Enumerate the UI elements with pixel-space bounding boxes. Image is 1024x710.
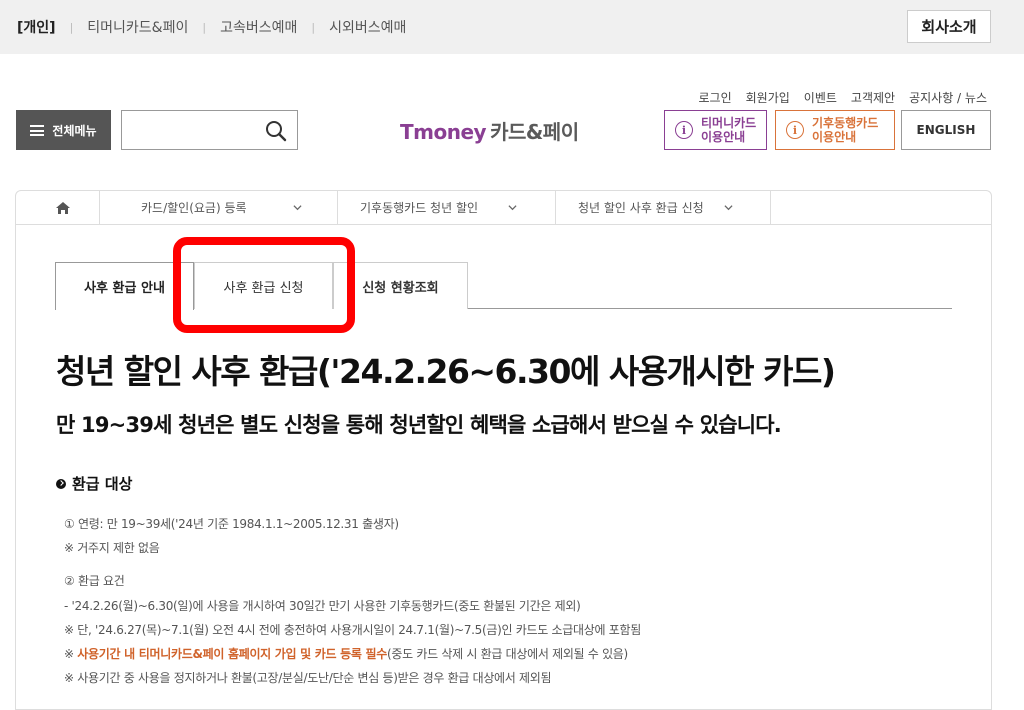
chevron-down-icon: [724, 205, 733, 211]
breadcrumb-divider: [337, 190, 338, 225]
breadcrumb-label: 기후동행카드 청년 할인: [360, 201, 479, 215]
climate-card-guide-button[interactable]: i 기후동행카드 이용안내: [775, 110, 895, 150]
breadcrumb-item-refund-apply[interactable]: 청년 할인 사후 환급 신청: [578, 190, 733, 225]
info-icon: i: [786, 121, 804, 139]
top-bar: [개인] | 티머니카드&페이 | 고속버스예매 | 시외버스예매 회사소개: [0, 0, 1024, 54]
home-icon[interactable]: [55, 201, 71, 215]
nav-personal[interactable]: [개인]: [17, 17, 56, 37]
hamburger-icon: [30, 124, 45, 136]
breadcrumb-item-youth-discount[interactable]: 기후동행카드 청년 할인: [360, 190, 517, 225]
eligibility-period: - '24.2.26(월)~6.30(일)에 사용을 개시하여 30일간 만기 …: [64, 599, 581, 613]
breadcrumb-divider: [770, 190, 771, 225]
suggestion-link[interactable]: 고객제안: [851, 89, 895, 106]
eligibility-residence-note: ※ 거주지 제한 없음: [64, 541, 160, 555]
note-prefix: ※: [64, 647, 78, 661]
all-menu-button[interactable]: 전체메뉴: [16, 110, 111, 150]
eligibility-registration-note: ※ 사용기간 내 티머니카드&페이 홈페이지 가입 및 카드 등록 필수(중도 …: [64, 645, 628, 662]
breadcrumb-label: 청년 할인 사후 환급 신청: [578, 201, 704, 215]
login-link[interactable]: 로그인: [698, 89, 731, 106]
guide-line: 이용안내: [812, 130, 857, 144]
top-nav: [개인] | 티머니카드&페이 | 고속버스예매 | 시외버스예매: [17, 17, 406, 37]
breadcrumb-divider: [555, 190, 556, 225]
page-title: 청년 할인 사후 환급('24.2.26~6.30에 사용개시한 카드): [56, 352, 836, 391]
signup-link[interactable]: 회원가입: [746, 89, 790, 106]
logo-brand: Tmoney: [400, 120, 487, 144]
chevron-down-icon: [293, 205, 302, 211]
guide-line: 이용안내: [701, 130, 746, 144]
nav-tmoney-card-pay[interactable]: 티머니카드&페이: [87, 17, 188, 37]
chevron-down-icon: [508, 205, 517, 211]
event-link[interactable]: 이벤트: [804, 89, 837, 106]
eligibility-exclusion-note: ※ 사용기간 중 사용을 정지하거나 환불(고장/분실/도난/단순 변심 등)받…: [64, 671, 552, 685]
search-icon[interactable]: [265, 120, 287, 142]
eligibility-age: ① 연령: 만 19~39세('24년 기준 1984.1.1~2005.12.…: [64, 517, 399, 531]
nav-separator: |: [69, 20, 74, 34]
page-subtitle: 만 19~39세 청년은 별도 신청을 통해 청년할인 혜택을 소급해서 받으실…: [56, 413, 782, 437]
utility-links: 로그인 회원가입 이벤트 고객제안 공지사항 / 뉴스: [698, 89, 987, 106]
site-logo[interactable]: Tmoney 카드&페이: [400, 116, 579, 145]
section-title: 환급 대상: [72, 475, 133, 493]
breadcrumb-divider: [99, 190, 100, 225]
all-menu-label: 전체메뉴: [52, 123, 97, 138]
company-intro-button[interactable]: 회사소개: [907, 10, 991, 43]
highlight-annotation: [173, 237, 355, 333]
info-icon: i: [675, 121, 693, 139]
notice-news-link[interactable]: 공지사항 / 뉴스: [909, 89, 987, 106]
breadcrumb-label: 카드/할인(요금) 등록: [141, 201, 247, 215]
logo-text: 카드&페이: [490, 120, 579, 144]
english-button[interactable]: ENGLISH: [901, 110, 991, 150]
nav-express-bus[interactable]: 고속버스예매: [220, 17, 297, 37]
note-highlight: 사용기간 내 티머니카드&페이 홈페이지 가입 및 카드 등록 필수: [77, 647, 387, 661]
guide-line: 티머니카드: [701, 116, 757, 130]
guide-line: 기후동행카드: [812, 116, 879, 130]
section-heading: 환급 대상: [56, 473, 132, 494]
note-rest: (중도 카드 삭제 시 환급 대상에서 제외될 수 있음): [386, 647, 628, 661]
breadcrumb: 카드/할인(요금) 등록 기후동행카드 청년 할인 청년 할인 사후 환급 신청: [15, 190, 992, 225]
breadcrumb-item-card-discount[interactable]: 카드/할인(요금) 등록: [141, 190, 302, 225]
nav-separator: |: [311, 20, 316, 34]
eligibility-requirements-heading: ② 환급 요건: [64, 574, 125, 588]
eligibility-exception-note: ※ 단, '24.6.27(목)~7.1(월) 오전 4시 전에 충전하여 사용…: [64, 623, 641, 637]
tmoney-card-guide-button[interactable]: i 티머니카드 이용안내: [664, 110, 767, 150]
nav-separator: |: [202, 20, 207, 34]
nav-intercity-bus[interactable]: 시외버스예매: [329, 17, 406, 37]
bullet-arrow-icon: [56, 478, 66, 489]
search-input[interactable]: [121, 110, 298, 150]
